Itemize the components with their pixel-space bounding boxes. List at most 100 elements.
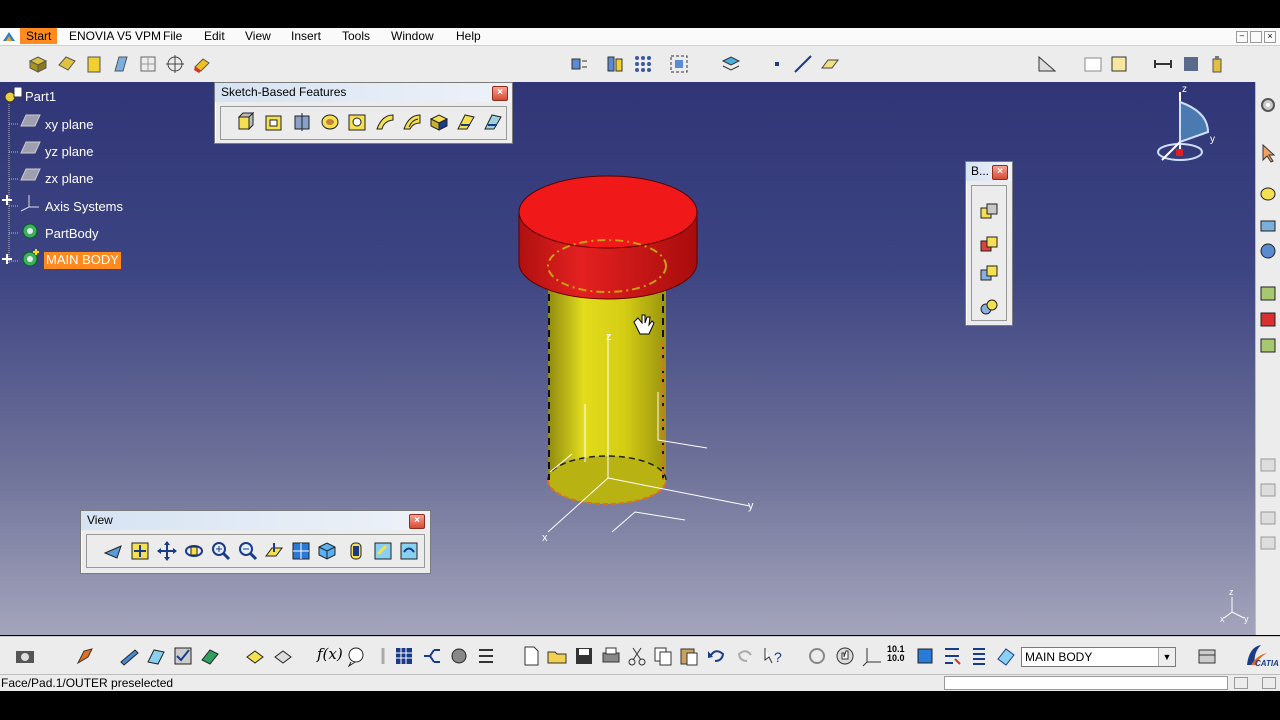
zoom-in-icon[interactable] xyxy=(210,540,232,562)
frame-icon[interactable] xyxy=(1108,53,1130,75)
head-cylinder[interactable] xyxy=(518,175,698,300)
normal-view-icon[interactable] xyxy=(263,540,285,562)
draft-icon[interactable] xyxy=(1259,336,1277,354)
pocket-icon[interactable] xyxy=(263,111,285,133)
camera-icon[interactable] xyxy=(14,645,36,667)
whats-this-icon[interactable]: ? xyxy=(762,645,784,667)
inertia-icon[interactable] xyxy=(604,53,626,75)
sheet-icon[interactable] xyxy=(272,645,294,667)
current-body-select[interactable]: MAIN BODY ▼ xyxy=(1021,647,1176,667)
shading-icon[interactable] xyxy=(345,540,367,562)
undo-icon[interactable] xyxy=(705,645,727,667)
positioned-sketch-icon[interactable] xyxy=(145,645,167,667)
remove-lump-icon[interactable] xyxy=(978,296,1000,318)
measure-icon[interactable] xyxy=(568,53,590,75)
rotate-icon[interactable] xyxy=(183,540,205,562)
eraser-icon[interactable] xyxy=(191,53,213,75)
dimension-icon[interactable] xyxy=(1152,53,1174,75)
layers-icon[interactable] xyxy=(720,53,742,75)
target-icon[interactable] xyxy=(164,53,186,75)
add-icon[interactable] xyxy=(978,234,1000,256)
stiffener-icon[interactable] xyxy=(428,111,450,133)
define-work-object-icon[interactable] xyxy=(995,645,1017,667)
scale-icon[interactable]: 10.1 10.0 xyxy=(887,645,909,667)
dress-up-icon[interactable] xyxy=(1259,217,1277,235)
law-icon[interactable] xyxy=(372,645,394,667)
settings-gear-icon[interactable] xyxy=(1259,96,1277,114)
annotation-icon-1[interactable] xyxy=(1259,457,1277,473)
analysis-icon[interactable] xyxy=(1180,53,1202,75)
cut-icon[interactable] xyxy=(626,645,648,667)
menu-tools[interactable]: Tools xyxy=(342,29,370,44)
fit-all-in-icon[interactable] xyxy=(129,540,151,562)
close-window-icon[interactable]: × xyxy=(1264,31,1276,43)
command-input[interactable] xyxy=(944,676,1228,690)
hole-icon[interactable] xyxy=(346,111,368,133)
part-design-icon[interactable] xyxy=(27,53,49,75)
new-file-icon[interactable] xyxy=(520,645,542,667)
3d-check-icon[interactable] xyxy=(172,645,194,667)
assemble-icon[interactable] xyxy=(978,201,1000,223)
3d-viewport[interactable]: Part1 xy plane yz plane zx plane Axis Sy… xyxy=(0,82,1255,635)
refresh-icon[interactable] xyxy=(806,645,828,667)
open-file-icon[interactable] xyxy=(546,645,568,667)
close-boolean-panel-icon[interactable]: × xyxy=(992,165,1008,180)
hide-show-icon[interactable] xyxy=(372,540,394,562)
sketch-based-features-title[interactable]: Sketch-Based Features xyxy=(215,83,512,102)
brush-icon[interactable] xyxy=(74,645,96,667)
print-icon[interactable] xyxy=(600,645,622,667)
surface-icon[interactable] xyxy=(56,53,78,75)
groove-icon[interactable] xyxy=(319,111,341,133)
view-panel-title[interactable]: View xyxy=(81,511,430,530)
list-icon[interactable] xyxy=(968,645,990,667)
fly-mode-icon[interactable] xyxy=(102,540,124,562)
catia-app-icon[interactable] xyxy=(2,30,16,43)
menu-edit[interactable]: Edit xyxy=(204,29,225,44)
multi-view-icon[interactable] xyxy=(290,540,312,562)
design-table-icon[interactable] xyxy=(393,645,415,667)
menu-start[interactable]: Start xyxy=(20,28,58,44)
close-view-panel-icon[interactable]: × xyxy=(409,514,425,529)
hand-pan-icon[interactable] xyxy=(834,645,856,667)
iso-view-icon[interactable] xyxy=(316,540,338,562)
catalog-icon[interactable] xyxy=(448,645,470,667)
sketcher-icon[interactable] xyxy=(118,645,140,667)
menu-insert[interactable]: Insert xyxy=(291,29,321,44)
minimize-icon[interactable]: – xyxy=(1236,31,1248,43)
menu-view[interactable]: View xyxy=(245,29,271,44)
swap-space-icon[interactable] xyxy=(398,540,420,562)
bottle-icon[interactable] xyxy=(1206,53,1228,75)
annotation-icon-4[interactable] xyxy=(1259,535,1277,551)
constraint-icon[interactable] xyxy=(1036,53,1058,75)
restore-icon[interactable] xyxy=(1250,31,1262,43)
publication-icon[interactable] xyxy=(244,645,266,667)
select-arrow-icon[interactable] xyxy=(1259,142,1277,164)
removed-multi-section-icon[interactable] xyxy=(482,111,504,133)
point-icon[interactable] xyxy=(767,53,789,75)
product-icon[interactable] xyxy=(1196,645,1218,667)
redo-icon[interactable] xyxy=(735,645,757,667)
menu-file[interactable]: File xyxy=(163,29,182,44)
chevron-down-icon[interactable]: ▼ xyxy=(1158,648,1175,666)
measure-between-icon[interactable] xyxy=(914,645,936,667)
rib-icon[interactable] xyxy=(374,111,396,133)
annotation-icon-2[interactable] xyxy=(1259,482,1277,498)
material-icon[interactable] xyxy=(199,645,221,667)
union-trim-icon[interactable] xyxy=(978,263,1000,285)
fit-all-icon[interactable] xyxy=(668,53,690,75)
close-sketch-panel-icon[interactable]: × xyxy=(492,86,508,101)
shaft-cylinder[interactable] xyxy=(547,277,667,505)
pan-icon[interactable] xyxy=(156,540,178,562)
axis-icon[interactable] xyxy=(861,645,883,667)
chamfer-icon[interactable] xyxy=(1259,310,1277,328)
status-icon-2[interactable] xyxy=(1262,677,1276,689)
paste-icon[interactable] xyxy=(678,645,700,667)
parameters-icon[interactable] xyxy=(475,645,497,667)
pad-side-icon[interactable] xyxy=(1259,185,1277,203)
instantiate-icon[interactable] xyxy=(421,645,443,667)
annotation-icon-3[interactable] xyxy=(1259,510,1277,526)
menu-window[interactable]: Window xyxy=(391,29,434,44)
slot-icon[interactable] xyxy=(401,111,423,133)
table-icon[interactable] xyxy=(1082,53,1104,75)
knowledge-icon[interactable] xyxy=(345,645,367,668)
